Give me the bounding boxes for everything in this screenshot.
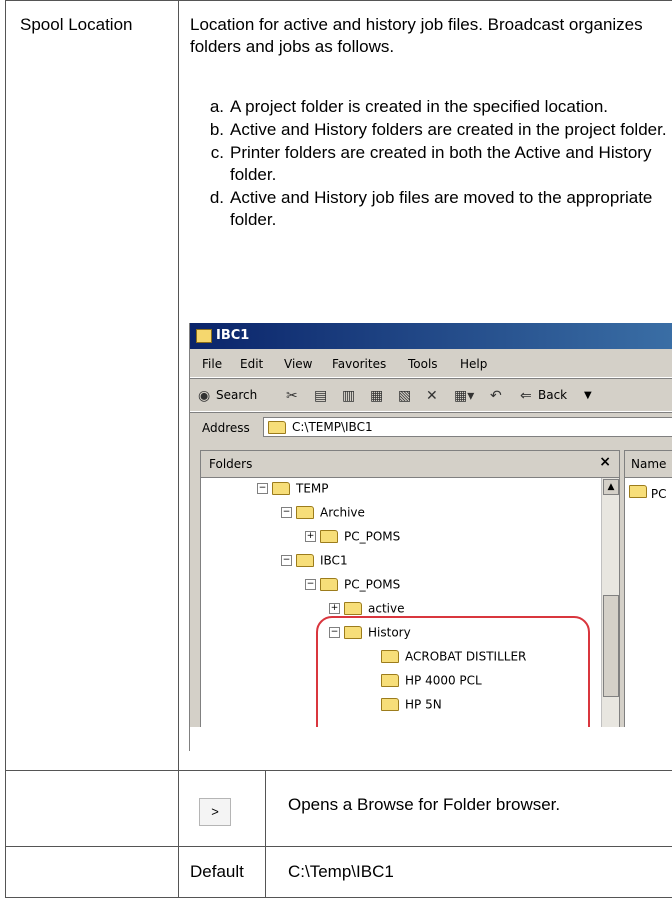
- row-divider: [5, 846, 672, 847]
- property-table: Spool Location Location for active and h…: [0, 0, 672, 898]
- collapse-icon[interactable]: −: [281, 555, 292, 566]
- tree-item-temp[interactable]: − TEMP: [257, 481, 329, 501]
- search-icon: ◉: [198, 388, 211, 404]
- list-item: a. A project folder is created in the spe…: [209, 97, 608, 116]
- back-arrow-icon[interactable]: ⇐: [520, 388, 532, 404]
- toolbar: ◉ Search ✂ ▤ ▥ ▦ ▧ ✕ ▦▾ ↶ ⇐ Back ▼: [190, 378, 672, 412]
- search-button[interactable]: Search: [216, 388, 257, 402]
- table-border-left: [5, 0, 6, 898]
- copy-to-icon[interactable]: ▧: [398, 388, 411, 404]
- views-icon[interactable]: ▦▾: [454, 388, 474, 404]
- menu-help[interactable]: Help: [460, 357, 487, 371]
- menu-view[interactable]: View: [284, 357, 312, 371]
- window-titlebar: IBC1: [190, 323, 672, 349]
- tree-item-archive[interactable]: − Archive: [281, 505, 365, 525]
- undo-icon[interactable]: ↶: [490, 388, 502, 404]
- paste-icon[interactable]: ▥: [342, 388, 355, 404]
- address-bar: Address C:\TEMP\IBC1: [190, 412, 672, 441]
- contents-pane: Name PC: [624, 450, 672, 751]
- steps-list: a. A project folder is created in the spe…: [198, 96, 668, 232]
- collapse-icon[interactable]: −: [257, 483, 268, 494]
- column-divider: [178, 0, 179, 898]
- back-button[interactable]: Back: [538, 388, 567, 402]
- folder-icon: [320, 578, 338, 591]
- row-divider: [5, 770, 672, 771]
- folder-icon: [344, 602, 362, 615]
- scroll-up-icon[interactable]: ▲: [603, 479, 619, 495]
- list-item: b. Active and History folders are created…: [209, 120, 667, 139]
- window-title: IBC1: [216, 328, 250, 343]
- copy-icon[interactable]: ▤: [314, 388, 327, 404]
- explorer-screenshot: IBC1 File Edit View Favorites Tools Help…: [189, 323, 672, 751]
- name-column-header[interactable]: Name: [625, 451, 672, 478]
- address-label: Address: [202, 421, 250, 435]
- collapse-icon[interactable]: −: [305, 579, 316, 590]
- collapse-icon[interactable]: −: [281, 507, 292, 518]
- folders-header: Folders ×: [201, 451, 619, 478]
- scrollbar[interactable]: ▲: [601, 478, 619, 751]
- browse-description: Opens a Browse for Folder browser.: [288, 795, 561, 814]
- property-description: Location for active and history job file…: [190, 15, 643, 56]
- default-value: C:\Temp\IBC1: [288, 862, 394, 881]
- table-border-top: [5, 0, 672, 1]
- expand-icon[interactable]: +: [305, 531, 316, 542]
- list-item: d. Active and History job files are moved…: [209, 188, 653, 229]
- folder-icon: [629, 485, 647, 498]
- tree-item-ibc1[interactable]: − IBC1: [281, 553, 348, 573]
- torn-edge: [190, 727, 672, 751]
- inner-column-divider: [265, 770, 266, 898]
- delete-icon[interactable]: ✕: [426, 388, 438, 404]
- menu-file[interactable]: File: [202, 357, 222, 371]
- cut-icon[interactable]: ✂: [286, 388, 298, 404]
- scroll-thumb[interactable]: [603, 595, 619, 697]
- folder-icon: [320, 530, 338, 543]
- chevron-down-icon[interactable]: ▼: [584, 390, 592, 401]
- move-to-icon[interactable]: ▦: [370, 388, 383, 404]
- browse-button[interactable]: >: [199, 798, 231, 826]
- list-item[interactable]: PC: [629, 485, 666, 501]
- open-folder-icon: [296, 554, 314, 567]
- folder-icon: [296, 506, 314, 519]
- tree-item-pc-poms[interactable]: + PC_POMS: [305, 529, 400, 549]
- folders-title: Folders: [209, 457, 253, 471]
- menu-bar: File Edit View Favorites Tools Help: [190, 351, 672, 378]
- folder-icon: [268, 421, 286, 434]
- folder-icon: [196, 329, 212, 343]
- property-label: Spool Location: [20, 15, 133, 34]
- close-icon[interactable]: ×: [599, 454, 611, 470]
- expand-icon[interactable]: +: [329, 603, 340, 614]
- menu-edit[interactable]: Edit: [240, 357, 263, 371]
- default-label: Default: [190, 862, 244, 881]
- menu-tools[interactable]: Tools: [408, 357, 438, 371]
- address-input[interactable]: C:\TEMP\IBC1: [263, 417, 672, 437]
- menu-favorites[interactable]: Favorites: [332, 357, 386, 371]
- tree-item-pc-poms[interactable]: − PC_POMS: [305, 577, 400, 597]
- address-value: C:\TEMP\IBC1: [292, 420, 373, 434]
- folder-icon: [272, 482, 290, 495]
- list-item: c. Printer folders are created in both th…: [210, 143, 652, 184]
